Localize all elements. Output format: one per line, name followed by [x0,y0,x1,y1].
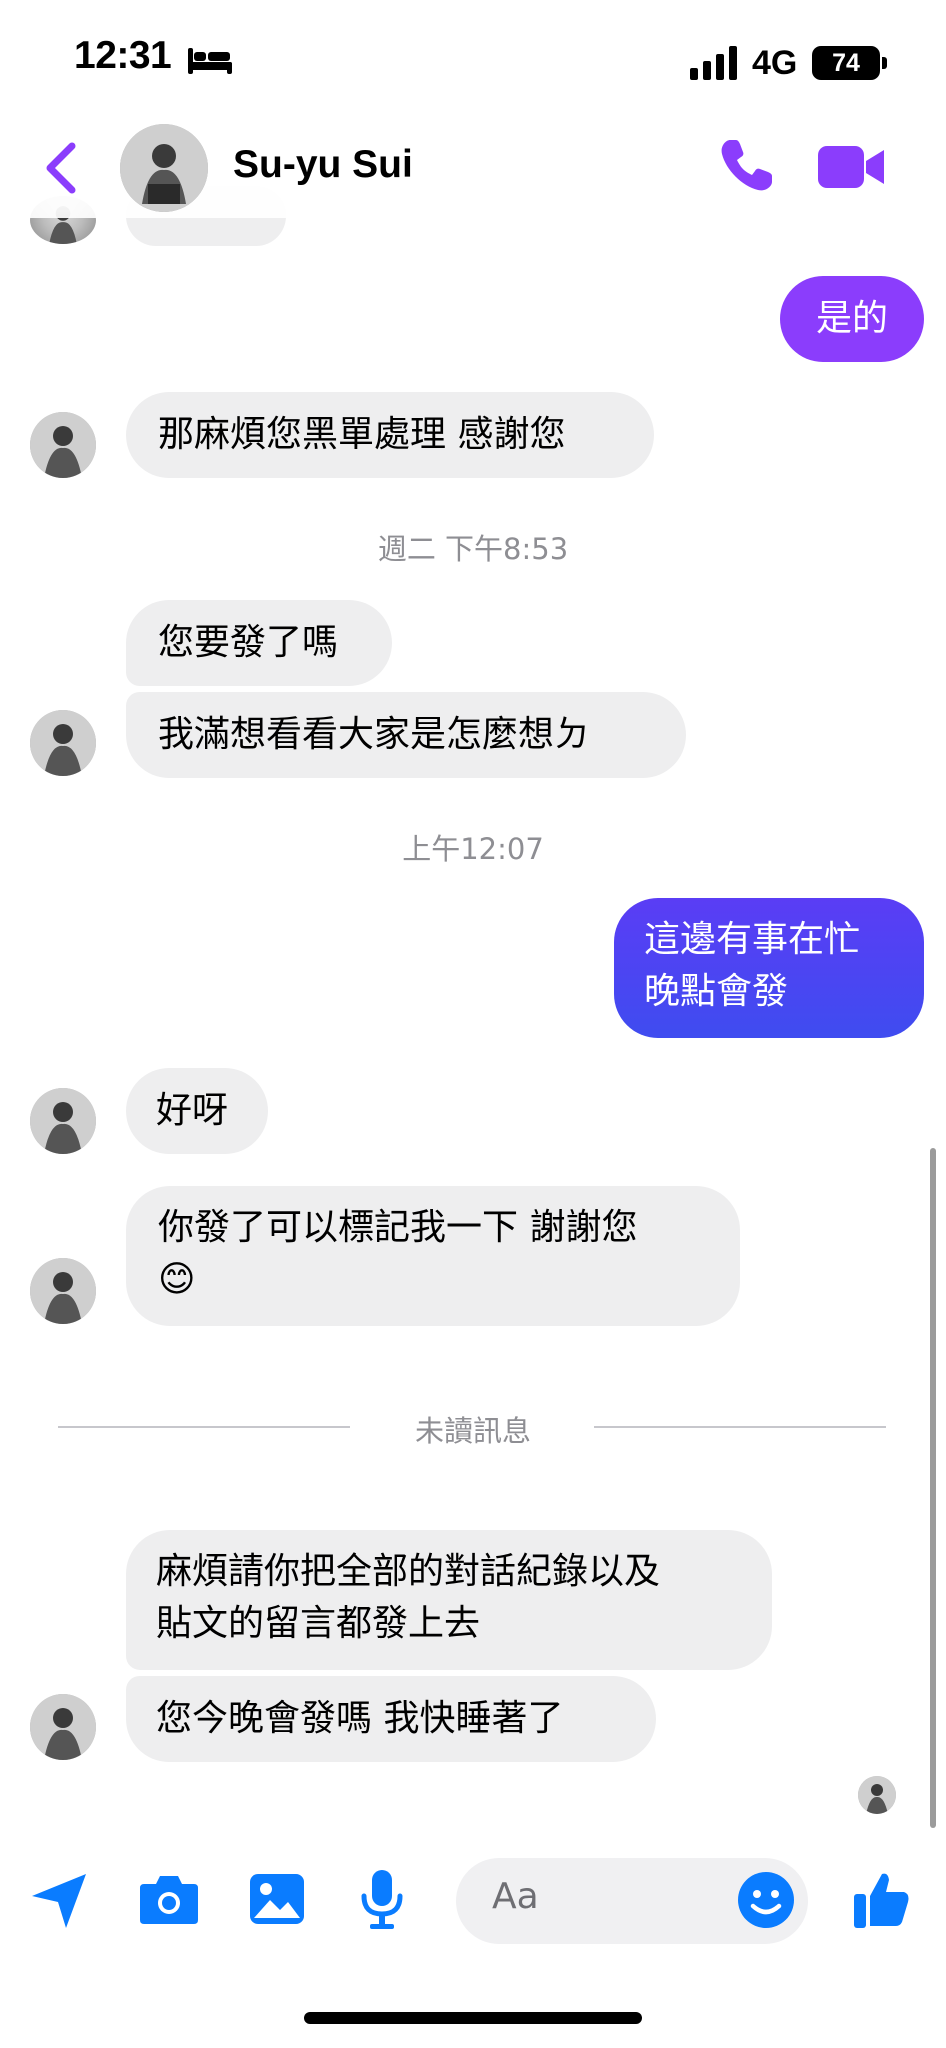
thumbs-up-icon[interactable] [852,1868,912,1930]
incoming-message[interactable]: 您今晚會發嗎 我快睡著了 [126,1676,656,1762]
send-icon[interactable] [28,1870,90,1930]
read-receipt-avatar [858,1776,896,1814]
timestamp: 上午12:07 [402,832,544,866]
network-type: 4G [752,44,798,82]
scrollbar[interactable] [930,1148,936,1828]
sender-avatar[interactable] [30,710,96,776]
message-placeholder[interactable]: Aa [492,1876,539,1917]
contact-name[interactable]: Su-yu Sui [233,143,413,187]
sender-avatar[interactable] [30,1088,96,1154]
incoming-message[interactable]: 我滿想看看大家是怎麼想ㄉ [126,692,686,778]
incoming-message[interactable]: 麻煩請你把全部的對話紀錄以及 貼文的留言都發上去 [126,1530,772,1670]
sender-avatar[interactable] [30,1694,96,1760]
unread-messages-label: 未讀訊息 [414,1414,531,1448]
status-time: 12:31 [74,34,172,77]
sender-avatar[interactable] [30,1258,96,1324]
phone-call-icon[interactable] [716,136,776,196]
battery-tip [882,57,887,69]
outgoing-message[interactable]: 這邊有事在忙 晚點會發 [614,898,924,1038]
incoming-message[interactable]: 好呀 [126,1068,268,1154]
timestamp: 週二 下午8:53 [377,532,569,566]
incoming-message[interactable]: 那麻煩您黑單處理 感謝您 [126,392,654,478]
back-chevron-icon[interactable] [40,140,80,196]
video-call-icon[interactable] [818,146,884,188]
contact-avatar[interactable] [120,124,208,212]
sender-avatar[interactable] [30,412,96,478]
signal-icon [690,46,737,80]
incoming-message[interactable]: 您要發了嗎 [126,600,392,686]
camera-icon[interactable] [138,1872,200,1926]
divider-line [594,1426,886,1428]
microphone-icon[interactable] [358,1868,406,1930]
emoji-icon[interactable] [736,1870,796,1930]
incoming-message[interactable]: 你發了可以標記我一下 謝謝您 😊 [126,1186,740,1326]
outgoing-message[interactable]: 是的 [780,276,924,362]
battery-level: 74 [812,46,880,80]
bed-icon [188,48,232,74]
home-indicator [304,2012,642,2024]
gallery-icon[interactable] [248,1872,306,1926]
